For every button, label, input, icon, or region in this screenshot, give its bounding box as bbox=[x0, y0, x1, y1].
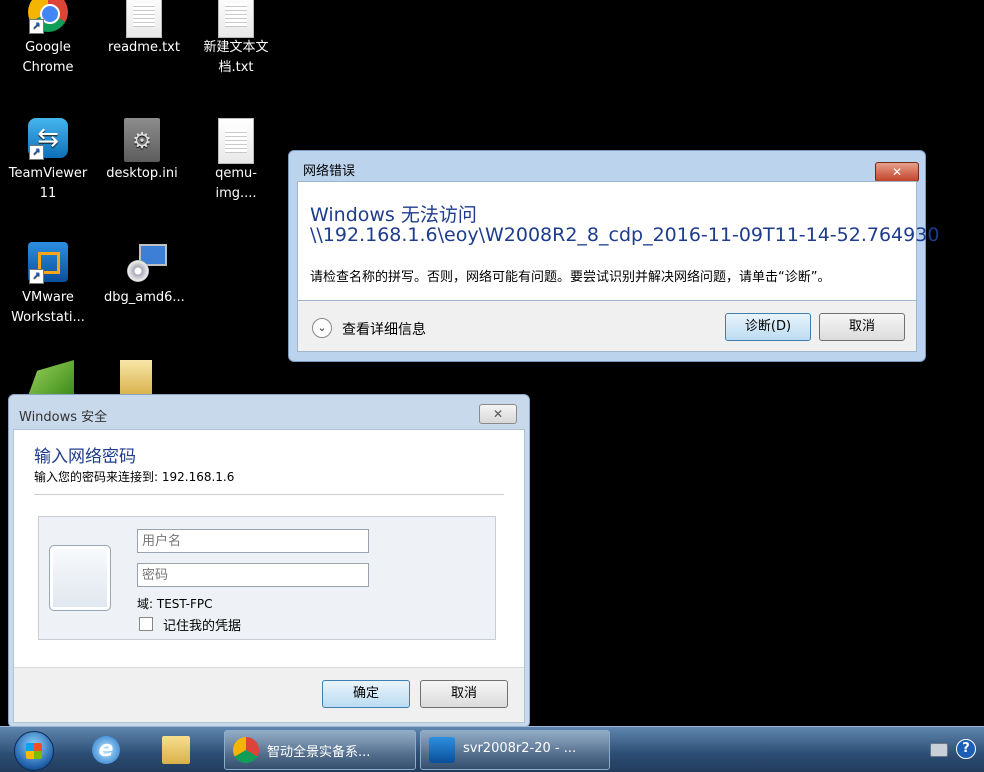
chrome-icon bbox=[233, 737, 259, 763]
desktop-icon-label: VMware Workstati... bbox=[11, 290, 85, 325]
keyboard-icon[interactable] bbox=[930, 743, 948, 757]
task-label: svr2008r2-20 - ... bbox=[463, 741, 577, 756]
desktop-icon-label: 新建文本文 档.txt bbox=[203, 40, 269, 75]
desktop-icon-dbg-amd64[interactable]: dbg_amd6... bbox=[104, 236, 185, 308]
folder-icon bbox=[162, 736, 190, 764]
teamviewer-icon: ↗ bbox=[27, 118, 69, 160]
desktop-icon-label: dbg_amd6... bbox=[104, 290, 185, 305]
user-avatar bbox=[49, 545, 111, 611]
installer-icon bbox=[123, 242, 167, 284]
dialog-body: 输入网络密码 输入您的密码来连接到: 192.168.1.6 域: TEST-F… bbox=[13, 429, 525, 723]
dialog-heading: 输入网络密码 bbox=[34, 447, 136, 467]
credential-panel: 域: TEST-FPC 记住我的凭据 bbox=[38, 516, 496, 640]
taskbar-explorer[interactable] bbox=[150, 731, 202, 769]
dialog-subtitle: 输入您的密码来连接到: 192.168.1.6 bbox=[34, 470, 235, 484]
taskbar-task[interactable]: svr2008r2-20 - ... bbox=[420, 730, 610, 770]
details-toggle[interactable]: 查看详细信息 bbox=[342, 319, 426, 339]
cancel-button[interactable]: 取消 bbox=[819, 313, 905, 341]
windows-security-dialog: Windows 安全 ✕ 输入网络密码 输入您的密码来连接到: 192.168.… bbox=[8, 394, 530, 728]
vmware-icon: ↗ bbox=[27, 242, 69, 284]
text-file-icon bbox=[215, 118, 257, 164]
password-field[interactable] bbox=[137, 563, 369, 587]
desktop-icon-label: Google Chrome bbox=[22, 40, 74, 75]
dialog-titlebar[interactable]: 网络错误 ✕ bbox=[289, 151, 925, 182]
folder-icon[interactable] bbox=[120, 360, 152, 396]
desktop-icon-teamviewer[interactable]: ↗ TeamViewer 11 bbox=[8, 118, 88, 204]
dialog-title: 网络错误 bbox=[303, 164, 356, 179]
desktop-icon-label: qemu-img.... bbox=[215, 166, 257, 201]
desktop-icon-google-chrome[interactable]: ↗ Google Chrome bbox=[8, 0, 88, 78]
chevron-down-icon[interactable]: ⌄ bbox=[312, 318, 332, 338]
network-error-dialog: 网络错误 ✕ Windows 无法访问 \\192.168.1.6\eoy\W2… bbox=[288, 150, 939, 362]
username-field[interactable] bbox=[137, 529, 369, 553]
text-file-icon bbox=[215, 0, 257, 38]
dialog-footer: ⌄ 查看详细信息 诊断(D) 取消 bbox=[297, 301, 917, 352]
internet-explorer-icon: e bbox=[92, 736, 120, 764]
task-label: 智动全景实备系... bbox=[267, 745, 371, 760]
help-icon[interactable]: ? bbox=[956, 739, 976, 759]
ok-button[interactable]: 确定 bbox=[322, 680, 410, 708]
settings-file-icon bbox=[121, 118, 163, 162]
cancel-button[interactable]: 取消 bbox=[420, 680, 508, 708]
desktop-icon-vmware[interactable]: ↗ VMware Workstati... bbox=[8, 236, 88, 328]
error-path: \\192.168.1.6\eoy\W2008R2_8_cdp_2016-11-… bbox=[310, 224, 940, 246]
desktop-icon-new-text-doc[interactable]: 新建文本文 档.txt bbox=[196, 0, 276, 78]
dialog-footer: 确定 取消 bbox=[14, 667, 524, 722]
taskbar-task[interactable]: 智动全景实备系... bbox=[224, 730, 416, 770]
desktop-icon-qemu-img[interactable]: qemu-img.... bbox=[196, 118, 276, 204]
taskbar-ie[interactable]: e bbox=[80, 731, 132, 769]
desktop-icon-label: readme.txt bbox=[108, 40, 180, 55]
remember-checkbox[interactable] bbox=[139, 617, 153, 631]
start-button[interactable] bbox=[14, 731, 54, 771]
text-file-icon bbox=[123, 0, 165, 38]
error-message: 请检查名称的拼写。否则，网络可能有问题。要尝试识别并解决网络问题，请单击“诊断”… bbox=[310, 270, 831, 285]
desktop-icon-label: TeamViewer 11 bbox=[8, 166, 88, 201]
diagnose-button[interactable]: 诊断(D) bbox=[725, 313, 811, 341]
taskbar: e 智动全景实备系... svr2008r2-20 - ... ? bbox=[0, 726, 984, 772]
dialog-body: Windows 无法访问 \\192.168.1.6\eoy\W2008R2_8… bbox=[297, 181, 939, 301]
desktop-icon-readme[interactable]: readme.txt bbox=[104, 0, 184, 58]
vmware-icon bbox=[429, 737, 455, 763]
divider bbox=[34, 494, 504, 495]
close-button[interactable]: ✕ bbox=[479, 404, 517, 424]
close-button[interactable]: ✕ bbox=[875, 162, 919, 182]
app-icon[interactable] bbox=[28, 360, 74, 396]
desktop-icon-desktop-ini[interactable]: desktop.ini bbox=[102, 118, 182, 184]
dialog-title: Windows 安全 bbox=[19, 410, 108, 425]
desktop-icon-label: desktop.ini bbox=[106, 166, 178, 181]
remember-label[interactable]: 记住我的凭据 bbox=[163, 615, 241, 634]
error-heading: Windows 无法访问 bbox=[310, 204, 477, 226]
domain-label: 域: TEST-FPC bbox=[137, 597, 213, 611]
chrome-icon: ↗ bbox=[27, 0, 69, 34]
